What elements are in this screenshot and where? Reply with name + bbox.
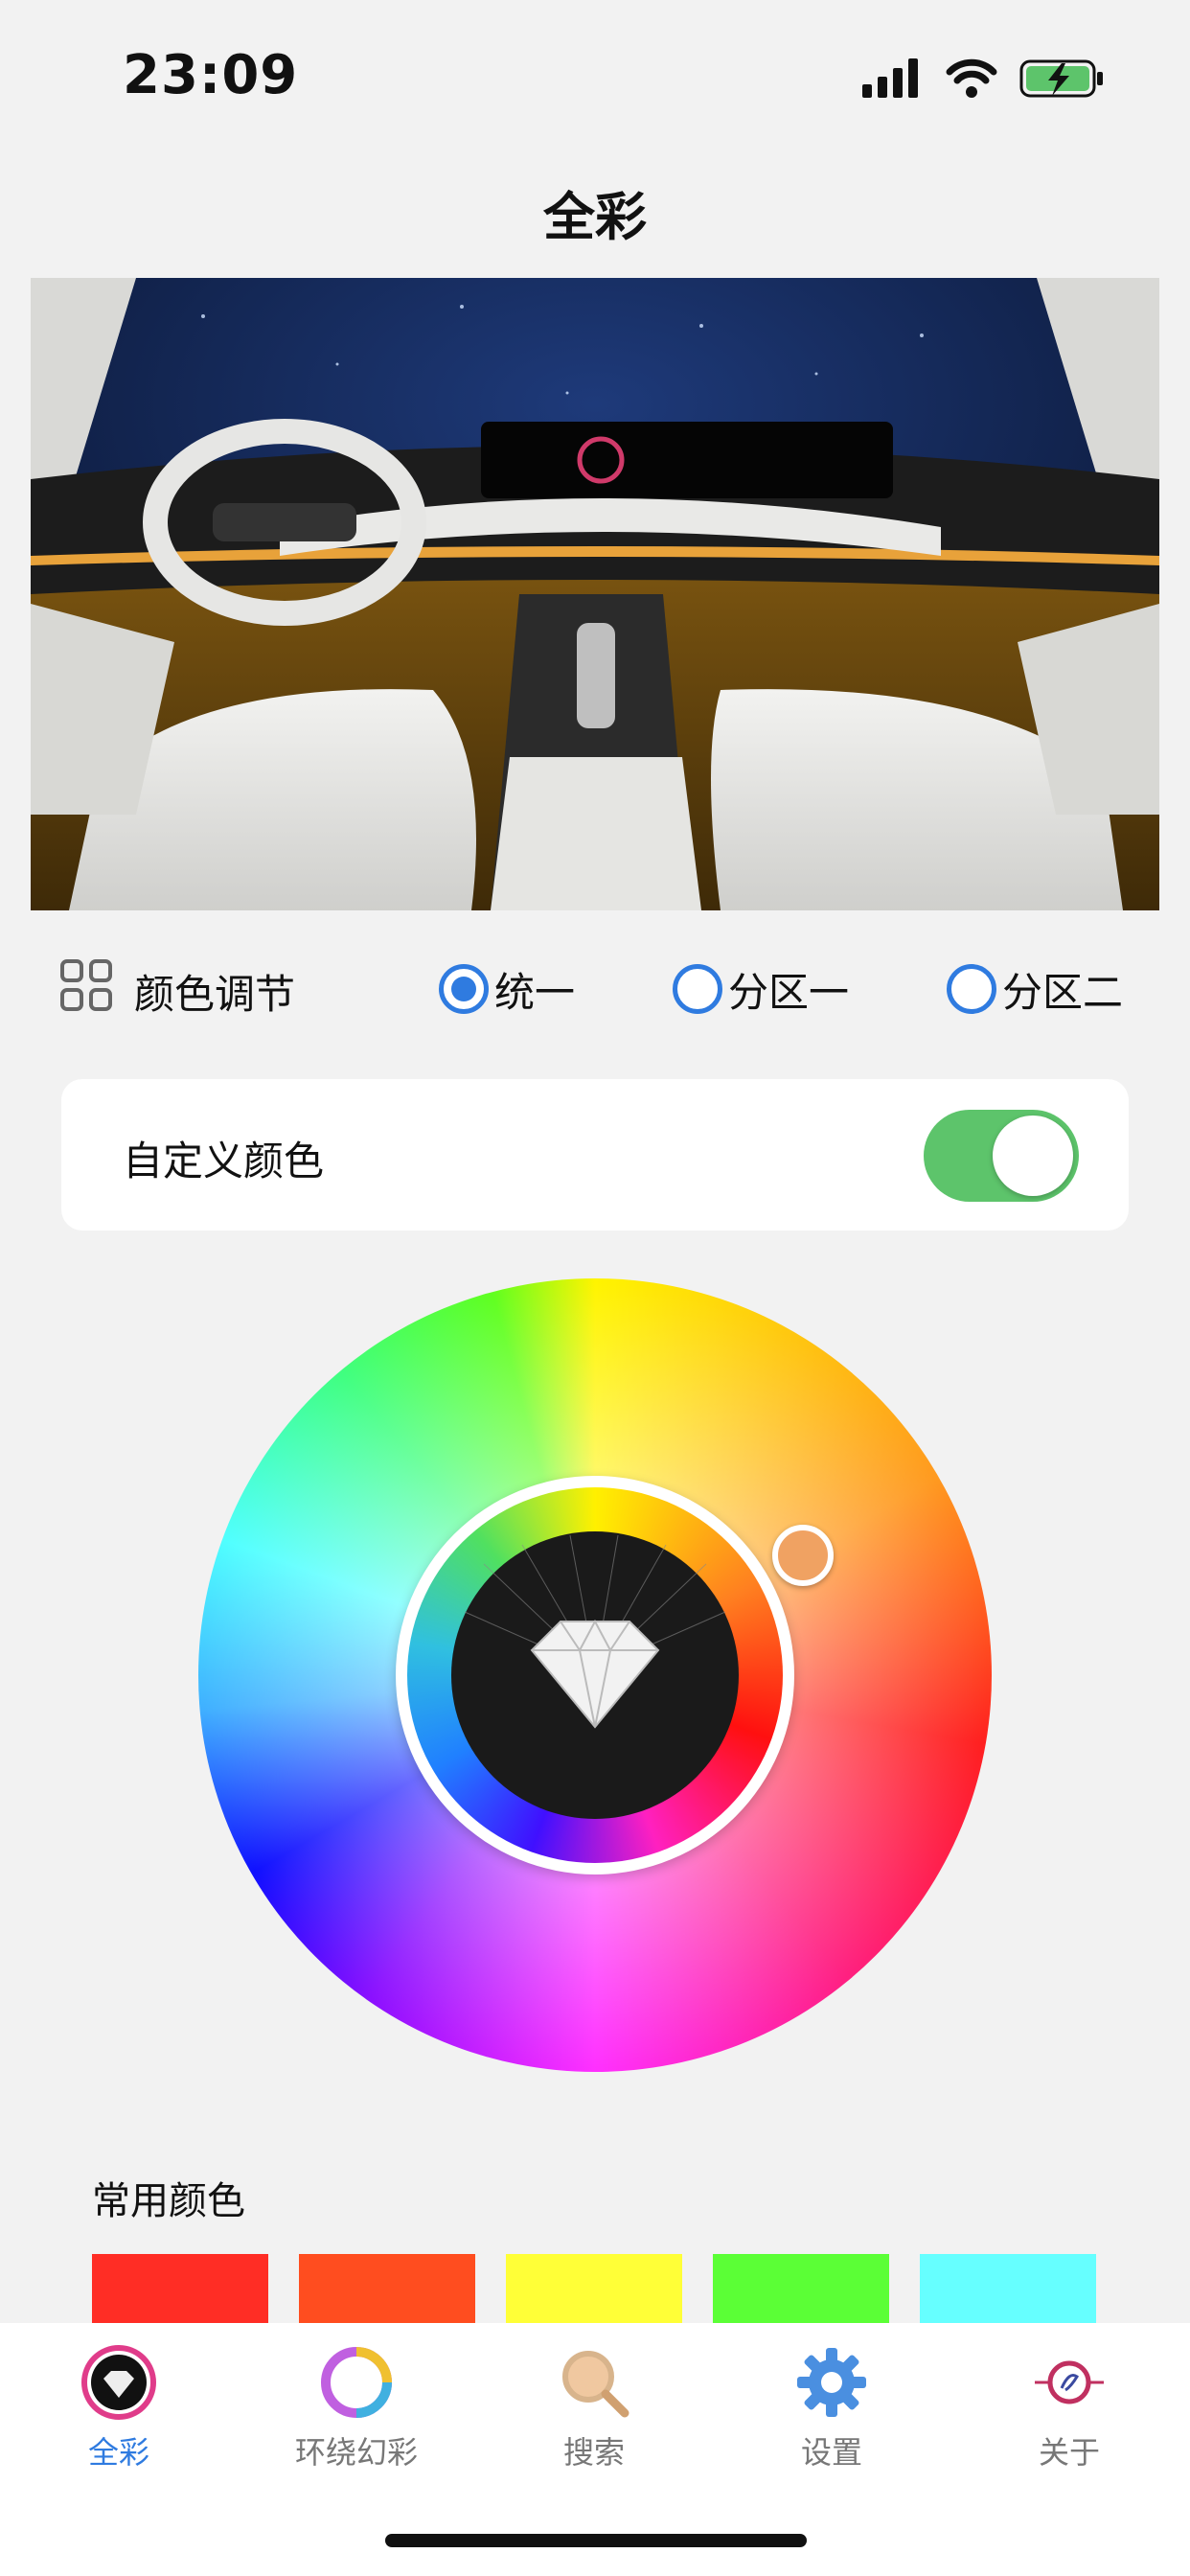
magnifier-icon	[562, 2351, 629, 2418]
page-title: 全彩	[543, 187, 647, 247]
gear-icon	[797, 2348, 866, 2417]
radio-selected-icon	[439, 964, 489, 1014]
tab-surround-color[interactable]: 环绕幻彩	[238, 2323, 475, 2486]
tab-search[interactable]: 搜索	[475, 2323, 713, 2486]
radio-unselected-icon	[947, 964, 996, 1014]
color-adjust-label: 颜色调节	[134, 971, 296, 1018]
color-swatch-green[interactable]	[713, 2254, 889, 2325]
tab-label: 搜索	[562, 2434, 625, 2471]
diamond-icon	[81, 2345, 156, 2420]
custom-color-card: 自定义颜色	[61, 1079, 1129, 1230]
diamond-icon	[451, 1531, 739, 1819]
tab-settings[interactable]: 设置	[713, 2323, 950, 2486]
status-time: 23:09	[123, 44, 299, 106]
logo-icon	[1035, 2360, 1104, 2404]
tab-label: 关于	[1038, 2434, 1100, 2471]
radio-zone-one[interactable]: 分区一	[673, 958, 849, 1020]
battery-charging-icon	[1019, 59, 1103, 98]
tab-label: 环绕幻彩	[294, 2434, 418, 2471]
toggle-knob	[993, 1116, 1073, 1196]
color-swatch-red[interactable]	[92, 2254, 268, 2325]
radio-unified[interactable]: 统一	[439, 958, 575, 1020]
custom-color-label: 自定义颜色	[123, 1138, 325, 1184]
radio-zone-two[interactable]: 分区二	[947, 958, 1123, 1020]
tab-label: 全彩	[87, 2434, 149, 2471]
color-ring-icon	[321, 2347, 392, 2418]
wifi-icon	[946, 58, 997, 98]
radio-label: 分区二	[1002, 968, 1124, 1016]
status-icons	[862, 58, 1103, 98]
color-swatch-cyan[interactable]	[920, 2254, 1096, 2325]
color-picker-handle[interactable]	[772, 1525, 834, 1586]
radio-unselected-icon	[673, 964, 722, 1014]
tab-full-color[interactable]: 全彩	[0, 2323, 238, 2486]
radio-label: 分区一	[728, 968, 850, 1016]
common-colors-label: 常用颜色	[92, 2179, 245, 2223]
signal-icon	[862, 58, 918, 98]
color-wheel[interactable]	[198, 1278, 992, 2072]
tab-label: 设置	[800, 2434, 862, 2471]
color-adjust-row: 颜色调节 统一 分区一 分区二	[0, 958, 1190, 1020]
color-swatch-yellow[interactable]	[506, 2254, 682, 2325]
tab-about[interactable]: 关于	[950, 2323, 1188, 2486]
custom-color-toggle[interactable]	[924, 1110, 1079, 1202]
grid-icon	[60, 959, 112, 1011]
color-swatch-orange[interactable]	[299, 2254, 475, 2325]
car-interior-image	[31, 278, 1159, 910]
home-indicator	[385, 2534, 807, 2547]
radio-label: 统一	[494, 968, 576, 1016]
